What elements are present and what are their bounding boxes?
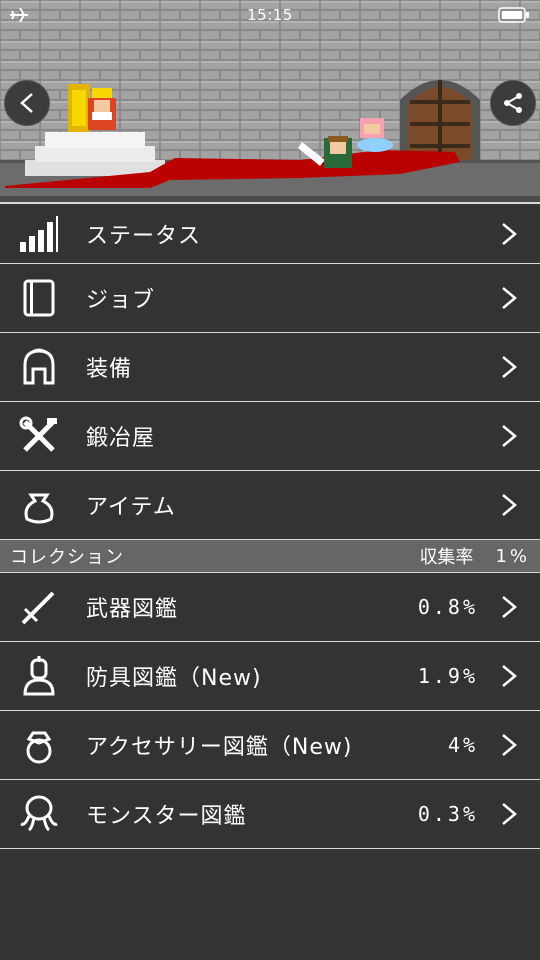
menu-item-label: ジョブ — [86, 288, 156, 313]
menu-item-equipment[interactable]: 装備 — [0, 333, 540, 402]
menu-item-label: 鍛冶屋 — [86, 426, 156, 451]
collection-item-label: 武器図鑑 — [86, 597, 179, 622]
book-icon — [14, 273, 64, 323]
menu-item-job[interactable]: ジョブ — [0, 264, 540, 333]
chevron-right-icon — [502, 494, 517, 516]
collection-rate-label: 収集率 — [419, 547, 474, 568]
collection-item-label: モンスター図鑑 — [86, 804, 247, 829]
battery-icon — [498, 7, 529, 23]
chevron-left-icon — [20, 93, 33, 113]
main-menu: ステータス ジョブ 装備 鍛冶屋 アイテム コレクション 収集率 1% 武器図鑑… — [0, 202, 540, 849]
collection-item-label: アクセサリー図鑑（New) — [86, 735, 353, 760]
octopus-icon — [14, 789, 64, 839]
chevron-right-icon — [502, 222, 517, 245]
collection-item-value: 4% — [447, 733, 478, 757]
menu-item-items[interactable]: アイテム — [0, 471, 540, 540]
menu-item-blacksmith[interactable]: 鍛冶屋 — [0, 402, 540, 471]
share-button[interactable] — [490, 80, 536, 126]
collection-item-accessories[interactable]: アクセサリー図鑑（New) 4% — [0, 711, 540, 780]
chevron-right-icon — [502, 734, 517, 756]
collection-title: コレクション — [10, 547, 124, 568]
bag-icon — [14, 480, 64, 530]
castle-scene — [0, 0, 540, 202]
back-button[interactable] — [4, 80, 50, 126]
status-bar: 15:15 — [0, 0, 540, 30]
chevron-right-icon — [502, 356, 517, 378]
sword-icon — [14, 582, 64, 632]
menu-item-status[interactable]: ステータス — [0, 202, 540, 264]
chevron-right-icon — [502, 287, 517, 309]
airplane-mode-icon — [10, 7, 28, 23]
menu-item-label: 装備 — [86, 357, 133, 382]
share-icon — [504, 93, 522, 113]
chevron-right-icon — [502, 425, 517, 447]
collection-rate-value: 1% — [495, 545, 530, 567]
chevron-right-icon — [502, 803, 517, 825]
collection-item-value: 0.3% — [417, 802, 478, 826]
helmet-icon — [14, 342, 64, 392]
menu-item-label: ステータス — [86, 223, 202, 249]
ring-icon — [14, 720, 64, 770]
collection-item-label: 防具図鑑（New) — [86, 666, 262, 691]
chevron-right-icon — [502, 665, 517, 687]
collection-item-value: 1.9% — [417, 664, 478, 688]
signal-bars-icon — [14, 209, 64, 259]
chevron-right-icon — [502, 596, 517, 618]
collection-item-armor[interactable]: 防具図鑑（New) 1.9% — [0, 642, 540, 711]
tools-icon — [14, 411, 64, 461]
collection-item-monsters[interactable]: モンスター図鑑 0.3% — [0, 780, 540, 849]
status-time: 15:15 — [247, 6, 293, 24]
collection-item-value: 0.8% — [417, 595, 478, 619]
menu-item-label: アイテム — [86, 495, 176, 520]
collection-header: コレクション 収集率 1% — [0, 540, 540, 573]
knight-bust-icon — [14, 651, 64, 701]
collection-item-weapons[interactable]: 武器図鑑 0.8% — [0, 573, 540, 642]
